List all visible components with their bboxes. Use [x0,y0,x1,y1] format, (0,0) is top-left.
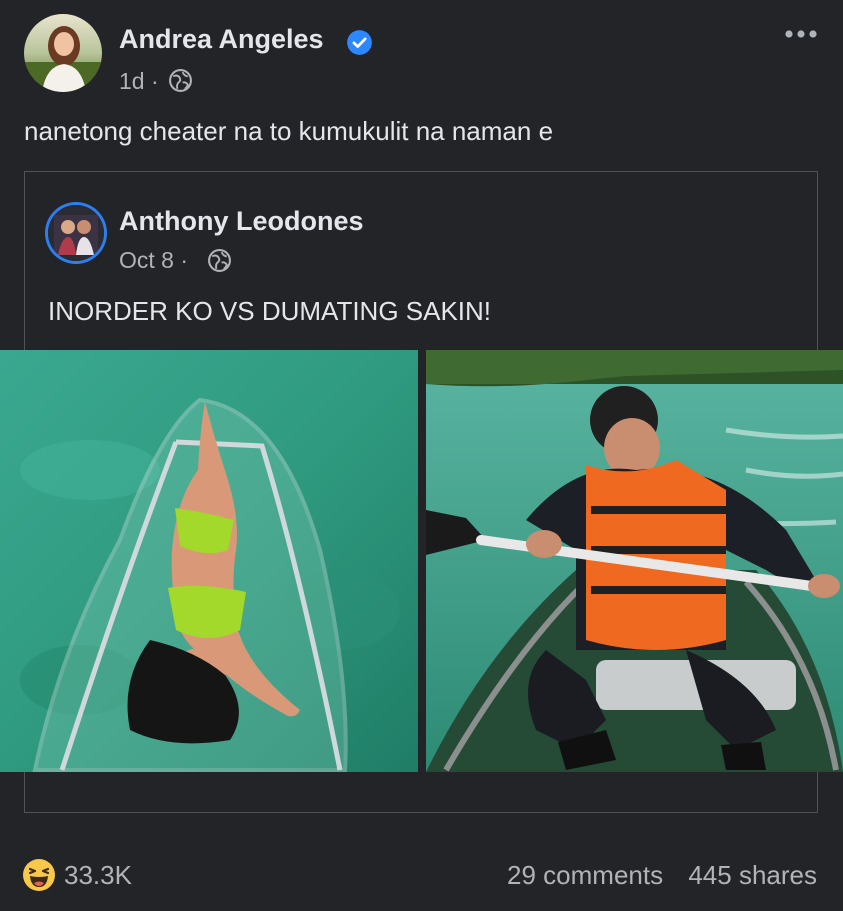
shared-meta: Oct 8 · [119,247,188,274]
more-options-icon[interactable] [783,22,819,46]
meta-separator: · [180,247,189,273]
post-time[interactable]: 1d [119,68,145,94]
comments-count[interactable]: 29 comments [507,860,663,890]
reaction-count[interactable]: 33.3K [64,860,132,891]
post-stats: 29 comments 445 shares [507,860,817,891]
shared-post-text: INORDER KO VS DUMATING SAKIN! [48,296,492,326]
author-avatar[interactable] [24,14,102,92]
globe-icon [169,69,192,92]
post-text: nanetong cheater na to kumukulit na nama… [24,116,554,146]
laughing-emoji-icon [23,859,55,891]
meta-separator: · [150,68,159,94]
post-meta: 1d · [119,68,159,95]
author-name[interactable]: Andrea Angeles [119,24,324,55]
shares-count[interactable]: 445 shares [688,860,817,890]
verified-badge-icon [347,30,372,55]
shared-author-avatar[interactable] [48,205,104,261]
shared-author-name[interactable]: Anthony Leodones [119,206,364,237]
globe-icon [208,249,231,272]
photo-woman-bikini-clear-kayak[interactable] [0,350,418,772]
shared-time[interactable]: Oct 8 [119,247,174,273]
photo-woman-life-vest-canoe[interactable] [426,350,843,772]
